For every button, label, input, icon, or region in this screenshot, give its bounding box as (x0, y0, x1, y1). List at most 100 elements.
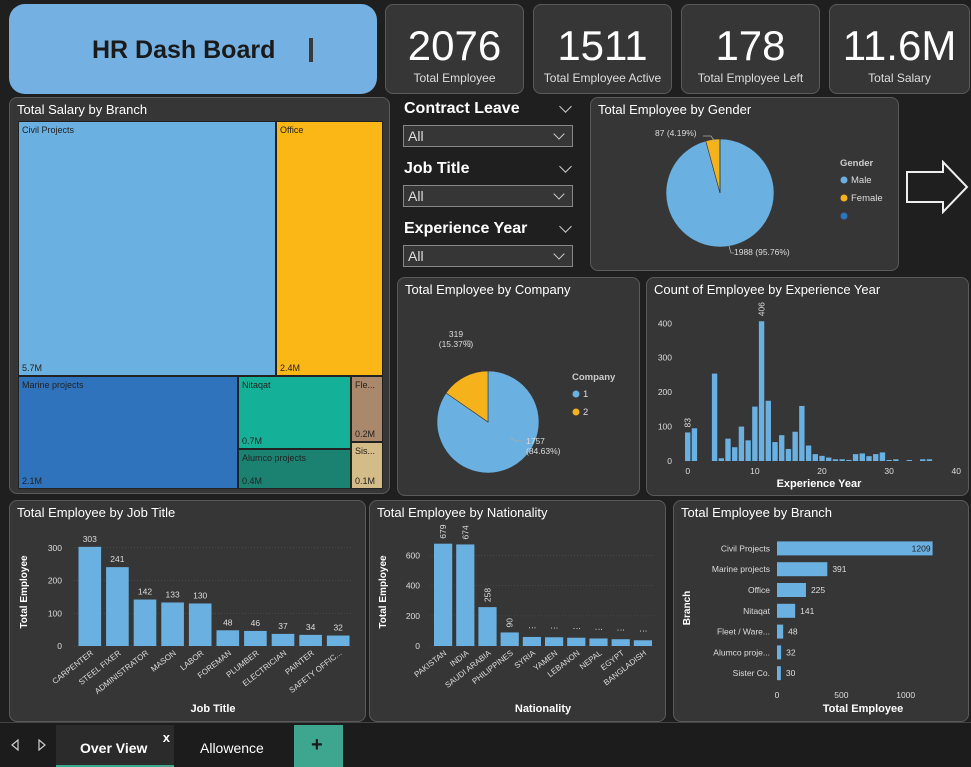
tile-value: 0.7M (242, 436, 262, 446)
gender-pie-chart: 87 (4.19%)1988 (95.76%)GenderMaleFemale (591, 98, 898, 270)
data-label: 406 (757, 302, 767, 316)
bar (777, 625, 783, 639)
kpi-label: Total Salary (830, 71, 969, 85)
bar (712, 374, 717, 461)
bar (806, 446, 811, 461)
data-label: 48 (788, 627, 798, 637)
data-label: 258 (483, 588, 493, 602)
data-label: 391 (832, 564, 846, 574)
data-label: 83 (683, 418, 693, 428)
kpi-value: 1511 (534, 23, 671, 69)
kpi-total-salary: 11.6M Total Salary (829, 4, 970, 94)
kpi-label: Total Employee Left (682, 71, 819, 85)
legend-label: Female (851, 193, 883, 204)
treemap-tile-civil-projects[interactable]: Civil Projects 5.7M (18, 121, 276, 376)
bar (719, 458, 724, 461)
add-page-button[interactable]: + (294, 725, 343, 767)
arrow-right-icon[interactable] (905, 160, 969, 214)
bar (189, 603, 212, 646)
legend-title: Gender (840, 158, 874, 169)
bar (873, 454, 878, 461)
plus-icon: + (311, 734, 323, 757)
bar (732, 447, 737, 461)
chevron-down-icon (553, 188, 564, 199)
treemap-tile-sister-co[interactable]: Sis... 0.1M (351, 442, 383, 489)
bar (612, 639, 630, 646)
treemap-tile-office[interactable]: Office 2.4M (276, 121, 383, 376)
bar (545, 637, 563, 646)
bar (819, 456, 824, 461)
treemap-tile-nitaqat[interactable]: Nitaqat 0.7M (238, 376, 351, 449)
tile-name: Office (280, 125, 303, 135)
bar (685, 432, 690, 461)
chevron-down-icon[interactable] (559, 220, 572, 233)
treemap-tile-fleet[interactable]: Fle... 0.2M (351, 376, 383, 442)
data-label: ⋮ (638, 627, 648, 636)
data-label: ⋮ (616, 626, 626, 635)
kpi-total-employee: 2076 Total Employee (385, 4, 524, 94)
bar (78, 547, 101, 646)
legend-label: 1 (583, 389, 588, 400)
bar (244, 631, 267, 646)
data-label: 679 (438, 524, 448, 538)
x-tick-label: 0 (775, 690, 780, 700)
treemap-tile-marine-projects[interactable]: Marine projects 2.1M (18, 376, 238, 489)
tile-name: Fle... (355, 380, 375, 390)
title-cursor-bar (309, 38, 313, 62)
branch-bar-chart: Civil Projects1209Marine projects391Offi… (674, 501, 968, 721)
y-tick-label: 300 (48, 543, 62, 553)
kpi-label: Total Employee Active (534, 71, 671, 85)
y-tick-label: 200 (48, 576, 62, 586)
next-page-icon[interactable] (37, 739, 47, 751)
tab-over-view[interactable]: Over View x (56, 725, 174, 767)
nationality-bar-panel: Total Employee by Nationality 0200400600… (369, 500, 666, 722)
bar (523, 637, 541, 646)
y-tick-label: 300 (658, 353, 672, 363)
bar (907, 460, 912, 461)
filter-dropdown[interactable]: All (403, 125, 573, 147)
bar (272, 634, 295, 646)
chevron-down-icon[interactable] (559, 160, 572, 173)
data-label: 130 (193, 590, 207, 600)
bar (779, 435, 784, 461)
bar (589, 638, 607, 646)
data-label: 141 (800, 606, 814, 616)
bar (799, 406, 804, 461)
y-tick-label: Marine projects (712, 564, 770, 574)
data-label: 48 (223, 617, 233, 627)
chevron-down-icon (553, 248, 564, 259)
x-axis-label: Experience Year (777, 478, 863, 490)
bar (826, 458, 831, 461)
bar (327, 636, 350, 646)
treemap-tile-alumco-projects[interactable]: Alumco projects 0.4M (238, 449, 351, 489)
prev-page-icon[interactable] (10, 739, 20, 751)
bar (766, 401, 771, 461)
y-tick-label: 600 (406, 551, 420, 561)
y-tick-label: Nitaqat (743, 606, 771, 616)
tab-label: Over View (80, 740, 147, 756)
tile-name: Civil Projects (22, 125, 74, 135)
tile-value: 0.4M (242, 476, 262, 486)
close-icon[interactable]: x (163, 730, 170, 745)
bar (456, 544, 474, 646)
filter-dropdown[interactable]: All (403, 185, 573, 207)
tile-value: 2.1M (22, 476, 42, 486)
tile-name: Sis... (355, 446, 375, 456)
x-tick-label: 20 (817, 466, 827, 476)
data-label: 32 (333, 623, 343, 633)
data-label: 32 (786, 647, 796, 657)
y-tick-label: Alumco proje... (713, 647, 770, 657)
tab-allowence[interactable]: Allowence (176, 725, 292, 767)
y-tick-label: 100 (658, 422, 672, 432)
bar (501, 632, 519, 646)
chevron-down-icon[interactable] (559, 100, 572, 113)
filter-dropdown[interactable]: All (403, 245, 573, 267)
legend-marker (573, 409, 580, 416)
data-label: 674 (460, 525, 470, 539)
bar (299, 635, 322, 646)
kpi-total-employee-active: 1511 Total Employee Active (533, 4, 672, 94)
y-tick-label: Fleet / Ware... (717, 627, 770, 637)
kpi-value: 11.6M (830, 23, 969, 69)
legend-marker (841, 177, 848, 184)
data-label: 46 (251, 618, 261, 628)
